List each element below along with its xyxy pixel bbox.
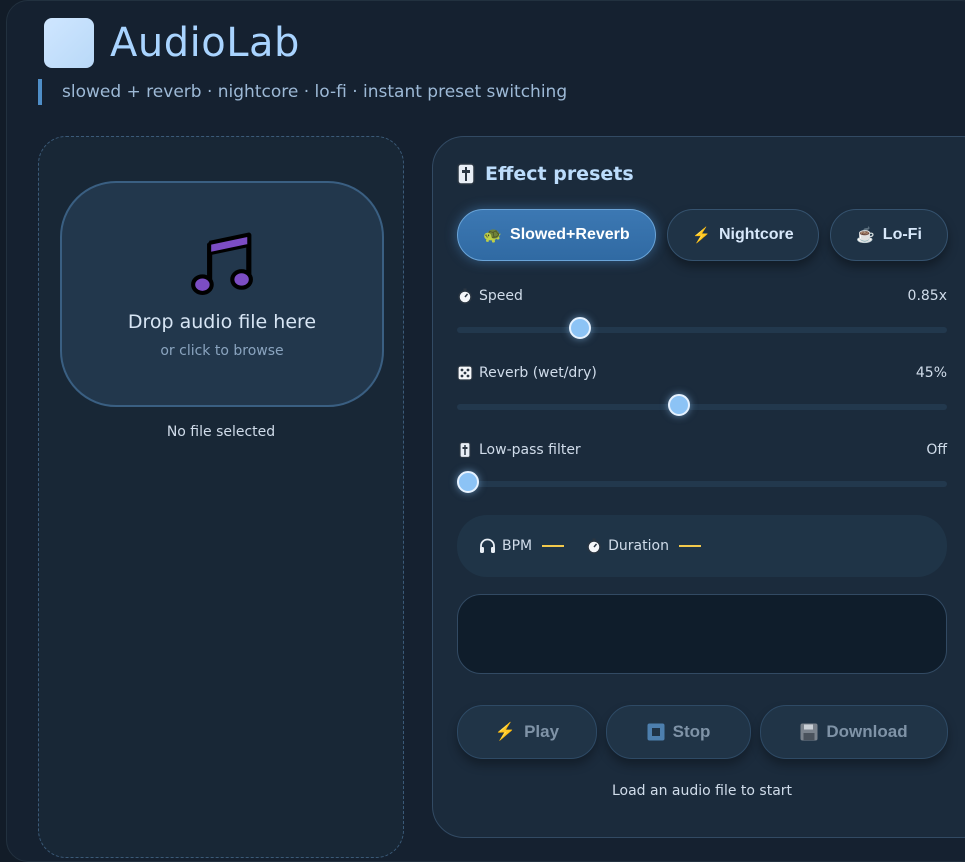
speed-value: 0.85x xyxy=(907,288,947,304)
play-button[interactable]: ⚡ Play xyxy=(457,705,597,759)
play-label: Play xyxy=(524,722,560,741)
speed-slider-thumb[interactable] xyxy=(569,317,592,339)
stop-icon xyxy=(647,723,665,741)
drop-zone[interactable]: Drop audio file here or click to browse xyxy=(60,181,384,407)
timer-icon xyxy=(587,538,601,554)
duration-label: Duration xyxy=(608,538,669,554)
reverb-value: 45% xyxy=(915,365,947,381)
speed-slider-track[interactable] xyxy=(457,327,947,333)
reverb-label-wrap: Reverb (wet/dry) xyxy=(457,365,597,381)
bpm-empty-dash xyxy=(542,545,565,547)
preset-slowed-reverb-button[interactable]: 🐢 Slowed+Reverb xyxy=(457,209,656,261)
preset-label: Slowed+Reverb xyxy=(510,226,630,243)
reverb-label: Reverb (wet/dry) xyxy=(479,365,597,381)
lowpass-label: Low-pass filter xyxy=(479,442,581,458)
preset-label: Lo-Fi xyxy=(882,226,922,243)
duration-stat: Duration xyxy=(586,538,701,554)
stop-button[interactable]: Stop xyxy=(606,705,751,759)
download-label: Download xyxy=(826,722,908,741)
sliders-icon xyxy=(459,442,471,458)
logo-icon xyxy=(44,18,94,68)
lowpass-label-wrap: Low-pass filter xyxy=(457,442,581,458)
headphones-icon xyxy=(480,538,495,553)
lightning-icon: ⚡ xyxy=(692,227,711,244)
floppy-disk-icon xyxy=(800,723,818,741)
bpm-stat: BPM xyxy=(479,538,565,554)
preset-lofi-button[interactable]: ☕ Lo-Fi xyxy=(830,209,948,261)
app-title: AudioLab xyxy=(110,20,300,66)
waveform-canvas[interactable] xyxy=(457,594,947,674)
preset-label: Nightcore xyxy=(719,226,794,243)
lowpass-slider-track[interactable] xyxy=(457,481,947,487)
lowpass-slider-thumb[interactable] xyxy=(457,471,479,493)
status-message: Load an audio file to start xyxy=(611,783,793,799)
upload-panel: Drop audio file here or click to browse … xyxy=(38,136,404,858)
duration-empty-dash xyxy=(678,545,701,547)
speed-label: Speed xyxy=(479,288,523,304)
bpm-label: BPM xyxy=(502,538,533,554)
reverb-slider-track[interactable] xyxy=(457,404,947,410)
drop-title: Drop audio file here xyxy=(127,311,317,333)
stop-label: Stop xyxy=(672,722,711,741)
file-status: No file selected xyxy=(166,424,276,440)
effects-panel: Effect presets 🐢 Slowed+Reverb ⚡ Nightco… xyxy=(432,136,965,838)
speed-label-wrap: Speed xyxy=(457,288,523,304)
reverb-slider-thumb[interactable] xyxy=(667,394,690,416)
tagline: slowed + reverb · nightcore · lo-fi · in… xyxy=(38,79,567,105)
presets-title: Effect presets xyxy=(485,163,634,185)
dice-icon xyxy=(457,365,473,381)
download-button[interactable]: Download xyxy=(760,705,948,759)
drop-subtitle: or click to browse xyxy=(160,343,284,359)
presets-header: Effect presets xyxy=(457,163,634,185)
timer-icon xyxy=(458,288,472,304)
coffee-icon: ☕ xyxy=(856,227,875,244)
lowpass-value: Off xyxy=(926,442,947,458)
lightning-icon: ⚡ xyxy=(494,722,517,741)
track-stats: BPM Duration xyxy=(457,515,947,577)
app-header: AudioLab xyxy=(44,18,300,68)
preset-nightcore-button[interactable]: ⚡ Nightcore xyxy=(667,209,819,261)
sliders-icon xyxy=(457,163,475,185)
music-note-icon xyxy=(191,232,253,295)
turtle-icon: 🐢 xyxy=(483,227,503,244)
